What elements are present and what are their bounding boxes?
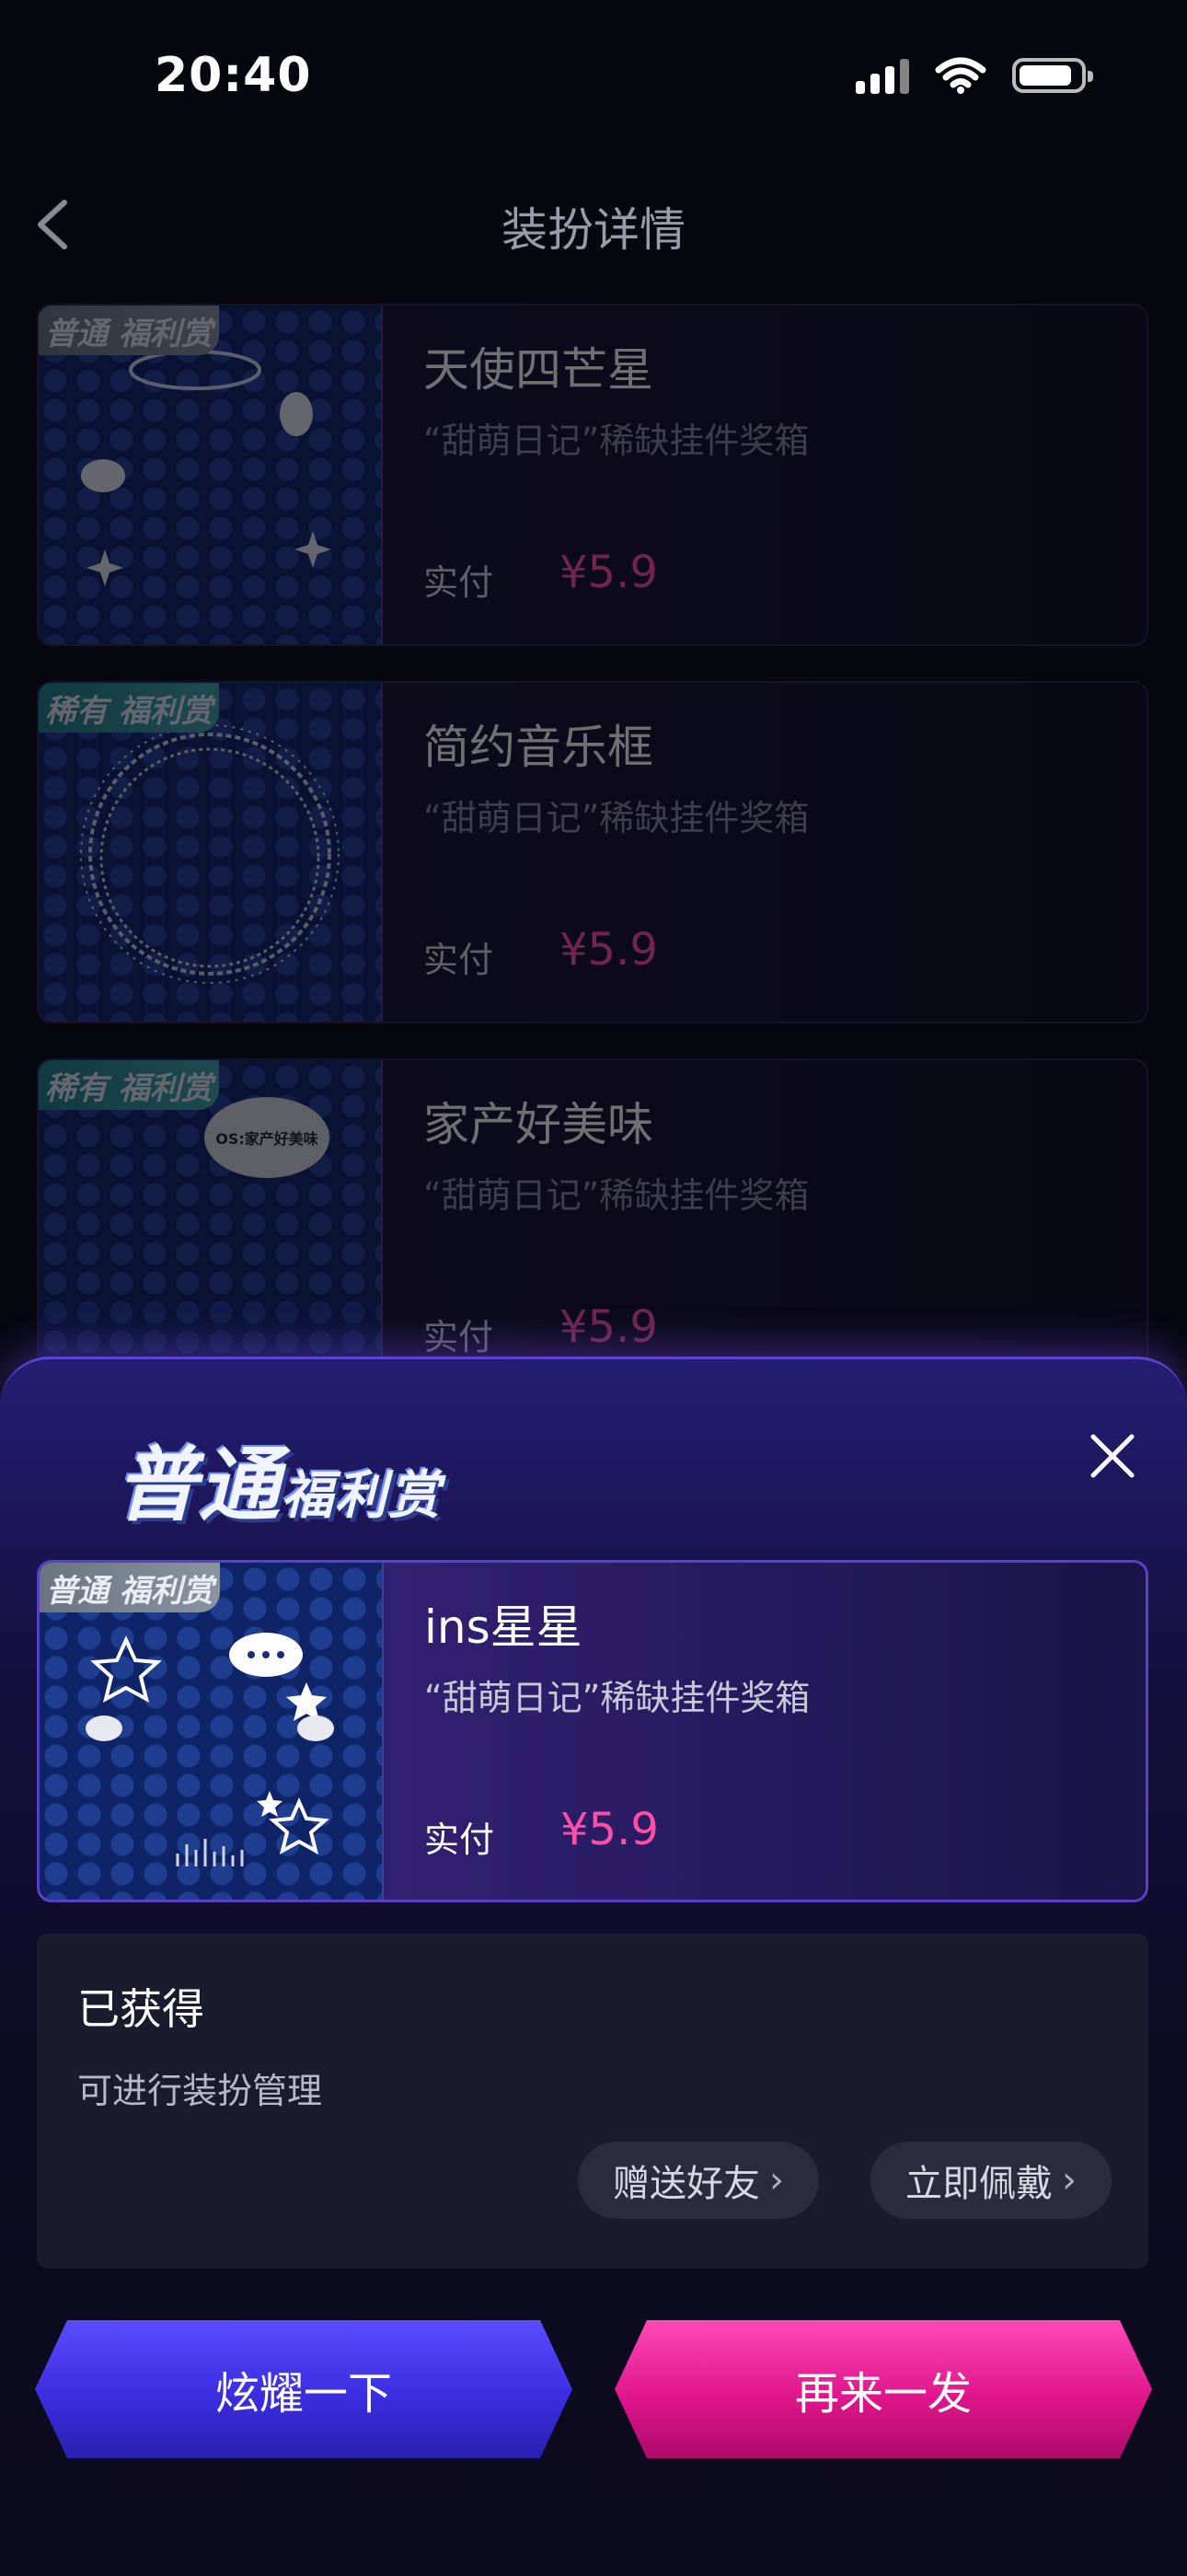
item-thumbnail bbox=[39, 306, 383, 644]
wifi-icon bbox=[935, 57, 986, 94]
item-thumbnail: OS:家产好美味 bbox=[39, 1060, 383, 1399]
item-description: “甜萌日记”稀缺挂件奖箱 bbox=[424, 1678, 811, 1718]
signal-icon bbox=[856, 57, 909, 94]
logo-main: 普通 bbox=[116, 1438, 282, 1532]
status-icons bbox=[856, 57, 1093, 94]
music-frame-icon bbox=[80, 724, 340, 984]
item-price: ¥5.9 bbox=[559, 924, 658, 976]
gift-friend-label: 赠送好友 bbox=[613, 2163, 760, 2205]
gift-friend-button[interactable]: 赠送好友 › bbox=[578, 2142, 819, 2219]
obtained-panel: 已获得 可进行装扮管理 赠送好友 › 立即佩戴 › bbox=[37, 1934, 1148, 2269]
pay-label: 实付 bbox=[424, 1819, 495, 1860]
chevron-right-icon: › bbox=[1062, 2159, 1077, 2201]
list-item[interactable]: 普通 福利赏 天使四芒星 “甜萌日记”稀缺挂件奖箱 实付 ¥5.9 bbox=[37, 304, 1148, 646]
ins-star-icon bbox=[86, 1633, 334, 1866]
item-description: “甜萌日记”稀缺挂件奖箱 bbox=[423, 798, 810, 838]
speech-bubble: OS:家产好美味 bbox=[204, 1097, 329, 1178]
status-time: 20:40 bbox=[155, 48, 312, 103]
sheet-logo: 普通福利赏 bbox=[116, 1420, 442, 1537]
pay-label: 实付 bbox=[423, 940, 494, 980]
item-thumbnail bbox=[40, 1563, 384, 1900]
chevron-right-icon: › bbox=[769, 2159, 784, 2201]
item-name: 天使四芒星 bbox=[423, 343, 653, 397]
badge-rare: 稀有 福利赏 bbox=[39, 1060, 219, 1110]
item-price: ¥5.9 bbox=[560, 1804, 659, 1855]
logo-sub: 福利赏 bbox=[282, 1466, 443, 1526]
angel-star-icon bbox=[81, 350, 331, 586]
wear-now-button[interactable]: 立即佩戴 › bbox=[870, 2142, 1112, 2219]
wear-now-label: 立即佩戴 bbox=[905, 2163, 1053, 2205]
pay-label: 实付 bbox=[423, 1317, 494, 1357]
draw-again-button[interactable]: 再来一发 bbox=[615, 2320, 1152, 2458]
badge-common: 普通 福利赏 bbox=[40, 1563, 220, 1612]
item-description: “甜萌日记”稀缺挂件奖箱 bbox=[423, 1175, 810, 1216]
battery-icon bbox=[1012, 58, 1093, 93]
item-price: ¥5.9 bbox=[559, 1301, 658, 1353]
show-off-button[interactable]: 炫耀一下 bbox=[35, 2320, 572, 2458]
list-item[interactable]: 稀有 福利赏 简约音乐框 “甜萌日记”稀缺挂件奖箱 实付 ¥5.9 bbox=[37, 681, 1148, 1023]
list-item[interactable]: OS:家产好美味 稀有 福利赏 家产好美味 “甜萌日记”稀缺挂件奖箱 实付 ¥5… bbox=[37, 1058, 1148, 1401]
item-name: 简约音乐框 bbox=[423, 721, 653, 774]
pay-label: 实付 bbox=[423, 562, 494, 603]
item-name: ins星星 bbox=[424, 1600, 582, 1654]
close-icon[interactable] bbox=[1086, 1429, 1139, 1483]
obtained-title: 已获得 bbox=[77, 1984, 204, 2034]
item-price: ¥5.9 bbox=[559, 547, 658, 598]
page-title: 装扮详情 bbox=[501, 203, 686, 257]
item-name: 家产好美味 bbox=[423, 1098, 653, 1151]
obtained-subtitle: 可进行装扮管理 bbox=[77, 2071, 323, 2111]
item-description: “甜萌日记”稀缺挂件奖箱 bbox=[423, 421, 810, 461]
badge-rare: 稀有 福利赏 bbox=[39, 683, 219, 733]
selected-item-card: 普通 福利赏 ins星星 “甜萌日记”稀缺挂件奖箱 实付 ¥5.9 bbox=[37, 1560, 1148, 1902]
result-sheet: 普通福利赏 普通 福利赏 ins星星 “甜萌日记”稀缺挂件奖箱 实付 ¥5.9 … bbox=[0, 1357, 1187, 2576]
item-thumbnail bbox=[39, 683, 383, 1022]
badge-common: 普通 福利赏 bbox=[39, 306, 219, 355]
